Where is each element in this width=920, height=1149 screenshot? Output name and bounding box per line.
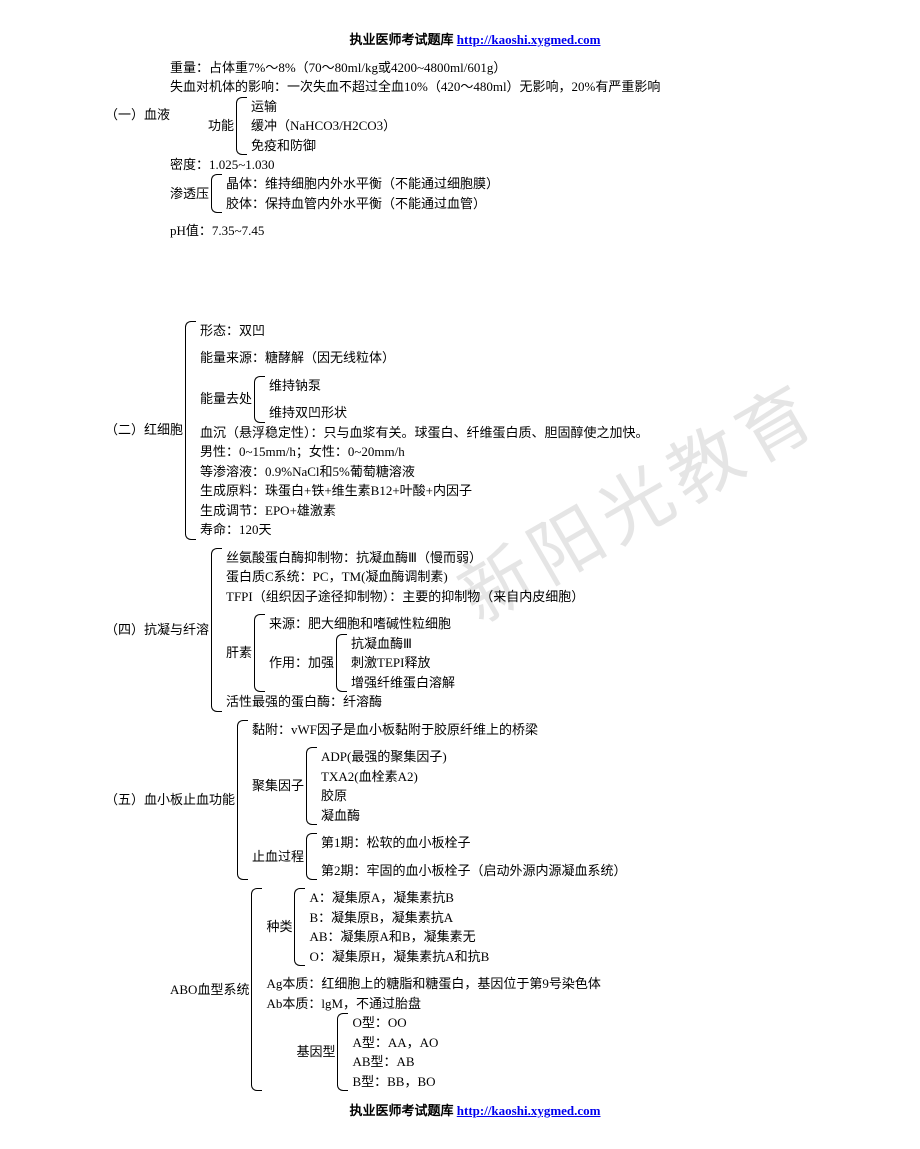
text-line: 增强纤维蛋白溶解 <box>351 673 455 693</box>
header-title: 执业医师考试题库 <box>350 32 457 47</box>
bracket-icon <box>254 376 265 423</box>
text-line: 胶原 <box>321 786 447 806</box>
text-line: pH值：7.35~7.45 <box>170 221 860 241</box>
section-label: （四）抗凝与纤溶 <box>105 548 211 712</box>
text-line: 胶体：保持血管内外水平衡（不能通过血管） <box>226 194 499 214</box>
bracket-icon <box>294 888 305 966</box>
text-line: Ab本质：lgM，不通过胎盘 <box>266 994 600 1014</box>
text-line: B：凝集原B，凝集素抗A <box>309 908 489 928</box>
text-line: 重量：占体重7%～8%（70～80ml/kg或4200~4800ml/601g） <box>170 58 860 78</box>
label-effect: 作用：加强 <box>269 634 336 693</box>
text-line: 男性：0~15mm/h；女性：0~20mm/h <box>200 442 649 462</box>
text-line: O：凝集原H，凝集素抗A和抗B <box>309 947 489 967</box>
text-line: Ag本质：红细胞上的糖脂和糖蛋白，基因位于第9号染色体 <box>266 974 600 994</box>
label-func: 功能 <box>208 97 236 156</box>
text-line: 丝氨酸蛋白酶抑制物：抗凝血酶Ⅲ（慢而弱） <box>226 548 584 568</box>
text-line: 晶体：维持细胞内外水平衡（不能通过细胞膜） <box>226 174 499 194</box>
text-line: ADP(最强的聚集因子) <box>321 747 447 767</box>
header-link[interactable]: http://kaoshi.xygmed.com <box>457 32 601 47</box>
bracket-icon <box>306 833 317 880</box>
text-line: 等渗溶液：0.9%NaCl和5%葡萄糖溶液 <box>200 462 649 482</box>
text-line: 维持双凹形状 <box>269 403 347 423</box>
text-line: 第2期：牢固的血小板栓子（启动外源内源凝血系统） <box>321 861 627 881</box>
label-types: 种类 <box>266 888 294 966</box>
text-line: 能量来源：糖酵解（因无线粒体） <box>200 348 649 368</box>
text-line: 寿命：120天 <box>200 520 649 540</box>
bracket-icon <box>236 97 247 156</box>
text-line: AB型：AB <box>352 1052 438 1072</box>
text-line: 失血对机体的影响：一次失血不超过全血10%（420～480ml）无影响，20%有… <box>170 77 860 97</box>
document-content: 执业医师考试题库 http://kaoshi.xygmed.com 重量：占体重… <box>90 30 860 1121</box>
text-line: B型：BB，BO <box>352 1072 438 1092</box>
text-line: A：凝集原A，凝集素抗B <box>309 888 489 908</box>
text-line: 生成调节：EPO+雄激素 <box>200 501 649 521</box>
text-line: 蛋白质C系统：PC，TM(凝血酶调制素) <box>226 567 584 587</box>
section-label: （二）红细胞 <box>105 321 185 540</box>
text-line: AB：凝集原A和B，凝集素无 <box>309 927 489 947</box>
text-line: 刺激TEPI释放 <box>351 653 455 673</box>
bracket-icon <box>185 321 196 540</box>
footer-title: 执业医师考试题库 <box>350 1103 457 1118</box>
text-line: TXA2(血栓素A2) <box>321 767 447 787</box>
text-line: 维持钠泵 <box>269 376 347 396</box>
text-line: 免疫和防御 <box>251 136 396 156</box>
section-label: （五）血小板止血功能 <box>105 720 237 881</box>
label-genotype: 基因型 <box>296 1013 337 1091</box>
text-line: TFPI（组织因子途径抑制物）：主要的抑制物（来自内皮细胞） <box>226 587 584 607</box>
label-hemostasis: 止血过程 <box>252 833 306 880</box>
text-line: 运输 <box>251 97 396 117</box>
bracket-icon <box>251 888 262 1091</box>
text-line: 第1期：松软的血小板栓子 <box>321 833 627 853</box>
bracket-icon <box>211 174 222 213</box>
section-label-abo: ABO血型系统 <box>170 888 251 1091</box>
text-line: 密度：1.025~1.030 <box>170 155 860 175</box>
bracket-icon <box>337 1013 348 1091</box>
text-line: 缓冲（NaHCO3/H2CO3） <box>251 116 396 136</box>
bracket-icon <box>237 720 248 881</box>
label-heparin: 肝素 <box>226 614 254 692</box>
text-line: 凝血酶 <box>321 806 447 826</box>
text-line: 活性最强的蛋白酶：纤溶酶 <box>226 692 584 712</box>
page-header: 执业医师考试题库 http://kaoshi.xygmed.com <box>90 30 860 50</box>
bracket-icon <box>254 614 265 692</box>
text-line: 黏附：vWF因子是血小板黏附于胶原纤维上的桥梁 <box>252 720 627 740</box>
label-energy: 能量去处 <box>200 376 254 423</box>
label-osm: 渗透压 <box>170 174 211 213</box>
text-line: 生成原料：珠蛋白+铁+维生素B12+叶酸+内因子 <box>200 481 649 501</box>
footer-link[interactable]: http://kaoshi.xygmed.com <box>457 1103 601 1118</box>
text-line: 抗凝血酶Ⅲ <box>351 634 455 654</box>
text-line: 血沉（悬浮稳定性）：只与血浆有关。球蛋白、纤维蛋白质、胆固醇使之加快。 <box>200 423 649 443</box>
bracket-icon <box>306 747 317 825</box>
label-aggregate: 聚集因子 <box>252 747 306 825</box>
bracket-icon <box>336 634 347 693</box>
text-line: O型：OO <box>352 1013 438 1033</box>
text-line: 来源：肥大细胞和嗜碱性粒细胞 <box>269 614 455 634</box>
text-line: A型：AA，AO <box>352 1033 438 1053</box>
text-line: 形态：双凹 <box>200 321 649 341</box>
page-footer: 执业医师考试题库 http://kaoshi.xygmed.com <box>90 1101 860 1121</box>
bracket-icon <box>211 548 222 712</box>
